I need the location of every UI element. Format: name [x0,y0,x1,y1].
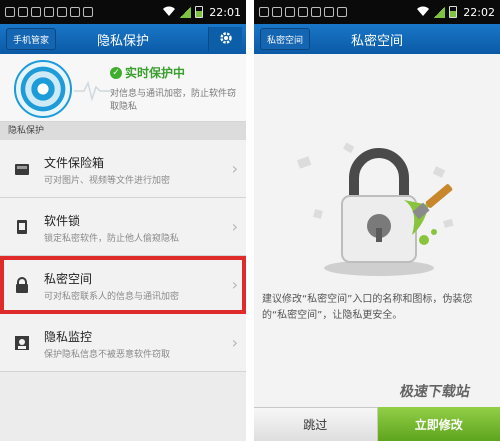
settings-button[interactable] [208,27,242,51]
notification-icon [285,7,295,17]
notification-icon [18,7,28,17]
back-button[interactable]: 手机管家 [6,28,57,50]
system-icons: 22:01 [163,6,241,19]
protection-status-panel: ✓ 实时保护中 对信息与通讯加密，防止软件窃取隐私 [0,54,246,122]
list-item-privacy-monitor[interactable]: 隐私监控 保护隐私信息不被恶意软件窃取 › [0,314,246,372]
list-item-title: 私密空间 [44,272,93,286]
padlock-illustration [296,142,454,276]
privacy-monitor-icon [14,335,30,351]
list-item-subtitle: 可对图片、视频等文件进行加密 [44,176,171,186]
chevron-right-icon: › [231,275,238,294]
app-bar: 私密空间 私密空间 [254,24,500,54]
list-item-app-lock[interactable]: 软件锁 锁定私密软件，防止他人偷窥隐私 › [0,198,246,256]
list-item-title: 软件锁 [44,214,81,228]
clock: 22:01 [209,5,241,19]
private-space-screen: 22:02 私密空间 私密空间 建议修改“私密空间”入口的名称和图标，伪装您的“… [254,0,500,441]
notification-icon [44,7,54,17]
hint-text: 建议修改“私密空间”入口的名称和图标，伪装您的“私密空间”，让隐私更安全。 [262,294,473,321]
list-item-subtitle: 可对私密联系人的信息与通讯加密 [44,292,180,302]
system-icons: 22:02 [417,6,495,19]
notification-icon [337,7,347,17]
wifi-icon [163,6,176,19]
chevron-right-icon: › [231,217,238,236]
wifi-icon [417,6,430,19]
signal-icon [179,6,192,18]
lock-icon [14,277,30,293]
notification-icon [311,7,321,17]
gear-icon [219,30,233,49]
notification-icon [31,7,41,17]
list-item-subtitle: 锁定私密软件，防止他人偷窥隐私 [44,234,180,244]
list-item-file-vault[interactable]: 文件保险箱 可对图片、视频等文件进行加密 › [0,140,246,198]
app-lock-icon [14,219,30,235]
pulse-line-icon [74,80,114,102]
status-bar: 22:01 [0,0,246,24]
privacy-protection-screen: 22:01 手机管家 隐私保护 ✓ 实时保护中 对信息与通讯加密，防止软件窃取隐… [0,0,246,441]
protection-description: 对信息与通讯加密，防止软件窃取隐私 [110,89,237,112]
notification-icon [259,7,269,17]
protection-status-label: 实时保护中 [125,66,186,80]
modify-now-button[interactable]: 立即修改 [377,407,500,441]
app-bar: 手机管家 隐私保护 [0,24,246,54]
list-item-private-space[interactable]: 私密空间 可对私密联系人的信息与通讯加密 › [0,256,246,314]
notification-icon [5,7,15,17]
notification-icons [5,7,163,17]
check-icon: ✓ [110,66,122,79]
notification-icon [298,7,308,17]
list-item-title: 隐私监控 [44,330,93,344]
notification-icon [57,7,67,17]
chevron-right-icon: › [231,159,238,178]
back-button[interactable]: 私密空间 [260,28,311,50]
bottom-action-bar: 跳过 立即修改 [254,407,500,441]
watermark: 极速下载站 [398,384,472,400]
battery-icon [195,6,204,18]
list-item-title: 文件保险箱 [44,156,105,170]
notification-icon [70,7,80,17]
clock: 22:02 [463,5,495,19]
radar-icon [14,60,72,118]
notification-icon [324,7,334,17]
skip-button[interactable]: 跳过 [254,407,378,441]
notification-icons [259,7,417,17]
list-item-subtitle: 保护隐私信息不被恶意软件窃取 [44,350,171,360]
signal-icon [433,6,446,18]
battery-icon [449,6,458,18]
notification-icon [83,7,93,17]
protection-status: ✓ 实时保护中 [110,64,185,81]
notification-icon [272,7,282,17]
section-header: 隐私保护 [0,122,246,140]
file-vault-icon [14,161,30,177]
chevron-right-icon: › [231,333,238,352]
status-bar: 22:02 [254,0,500,24]
